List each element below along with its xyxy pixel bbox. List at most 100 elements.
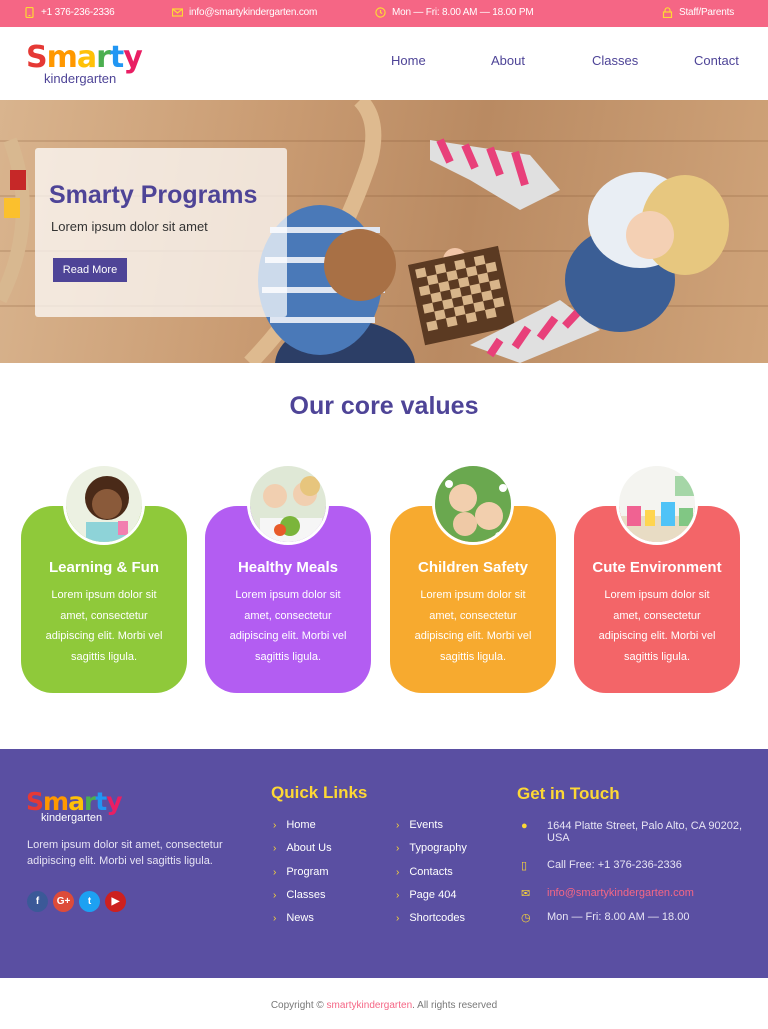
chevron-right-icon: › bbox=[396, 820, 400, 831]
quick-link-label: Contacts bbox=[409, 865, 453, 878]
logo-letter: y bbox=[106, 787, 122, 816]
quick-link-label: Classes bbox=[286, 888, 326, 901]
chevron-right-icon: › bbox=[273, 843, 277, 855]
top-bar: +1 376-236-2336 info@smartykindergarten.… bbox=[0, 0, 768, 27]
youtube-icon[interactable]: ▶ bbox=[105, 891, 126, 912]
footer: Smarty kindergarten Lorem ipsum dolor si… bbox=[0, 749, 768, 978]
topbar-staff[interactable]: Staff/Parents bbox=[662, 7, 734, 18]
copyright: Copyright © smartykindergarten. All righ… bbox=[0, 1000, 768, 1011]
quick-link[interactable]: › Typography bbox=[396, 842, 467, 854]
card-title: Learning & Fun bbox=[49, 559, 159, 576]
topbar-phone[interactable]: +1 376-236-2336 bbox=[24, 7, 115, 18]
chevron-right-icon: › bbox=[396, 843, 400, 855]
card-photo-learning bbox=[63, 463, 145, 545]
copyright-suffix: . All rights reserved bbox=[412, 1000, 498, 1011]
card-text: Lorem ipsum dolor sit amet, consectetur … bbox=[414, 589, 532, 663]
card-title: Healthy Meals bbox=[237, 559, 339, 576]
quick-link-label: Page 404 bbox=[409, 888, 457, 901]
logo-letter: t bbox=[109, 40, 124, 75]
quick-link-label: Home bbox=[286, 819, 316, 831]
twitter-icon[interactable]: t bbox=[79, 891, 100, 912]
chevron-right-icon: › bbox=[396, 889, 400, 901]
map-pin-icon: ● bbox=[521, 820, 528, 832]
quick-link[interactable]: › About Us bbox=[273, 842, 332, 854]
topbar-hours-text: Mon — Fri: 8.00 AM — 18.00 PM bbox=[392, 7, 534, 18]
hero-caption: Smarty Programs Lorem ipsum dolor sit am… bbox=[35, 148, 287, 317]
quick-link[interactable]: › Program bbox=[273, 866, 329, 878]
copyright-prefix: Copyright © bbox=[270, 1000, 324, 1011]
phone-icon bbox=[25, 7, 34, 18]
phone-icon: ▯ bbox=[521, 860, 528, 872]
footer-logo[interactable]: Smarty kindergarten bbox=[26, 787, 123, 824]
topbar-hours: Mon — Fri: 8.00 AM — 18.00 PM bbox=[375, 7, 534, 18]
contact-email-text[interactable]: info@smartykindergarten.com bbox=[547, 887, 694, 900]
quick-link[interactable]: › Contacts bbox=[396, 866, 453, 878]
hero-title: Smarty Programs bbox=[49, 181, 258, 209]
topbar-staff-text: Staff/Parents bbox=[679, 7, 735, 18]
quick-link[interactable]: › Classes bbox=[273, 889, 325, 901]
nav-contact[interactable]: Contact bbox=[694, 53, 739, 68]
quick-link-label: Typography bbox=[409, 842, 467, 855]
nav-classes[interactable]: Classes bbox=[592, 53, 638, 68]
get-in-touch-title: Get in Touch bbox=[517, 784, 620, 803]
quick-link[interactable]: › Page 404 bbox=[396, 889, 456, 901]
quick-link[interactable]: › Events bbox=[396, 819, 443, 831]
chevron-right-icon: › bbox=[396, 913, 400, 925]
contact-address: ● 1644 Platte Street, Palo Alto, CA 9020… bbox=[521, 820, 751, 844]
logo-letter: S bbox=[26, 40, 48, 75]
card-title: Cute Environment bbox=[592, 559, 722, 576]
chevron-right-icon: › bbox=[396, 866, 400, 878]
nav-about[interactable]: About bbox=[491, 53, 525, 68]
contact-address-text: 1644 Platte Street, Palo Alto, CA 90202,… bbox=[547, 820, 743, 844]
logo-letter: m bbox=[46, 40, 78, 75]
mail-icon: ✉ bbox=[521, 888, 531, 900]
mail-icon bbox=[172, 8, 183, 17]
clock-icon: ◷ bbox=[521, 912, 531, 924]
quick-link-label: Events bbox=[409, 819, 443, 831]
card-title: Children Safety bbox=[417, 559, 529, 576]
quick-link-label: Shortcodes bbox=[409, 912, 465, 925]
quick-link[interactable]: › News bbox=[273, 912, 314, 924]
contact-email[interactable]: ✉ info@smartykindergarten.com bbox=[521, 887, 694, 900]
card-photo-safety bbox=[432, 463, 514, 545]
logo-letter: r bbox=[96, 40, 111, 75]
contact-hours: ◷ Mon — Fri: 8.00 AM — 18.00 bbox=[521, 911, 689, 924]
clock-icon bbox=[375, 7, 386, 18]
nav-home[interactable]: Home bbox=[391, 53, 426, 68]
quick-links-title: Quick Links bbox=[271, 783, 368, 802]
logo[interactable]: Smarty kindergarten bbox=[26, 40, 143, 87]
contact-phone[interactable]: ▯ Call Free: +1 376-236-2336 bbox=[521, 859, 682, 872]
topbar-email[interactable]: info@smartykindergarten.com bbox=[172, 7, 317, 18]
card-text: Lorem ipsum dolor sit amet, consectetur … bbox=[229, 589, 347, 663]
quick-link-label: News bbox=[286, 912, 314, 925]
logo-wordmark: Smarty bbox=[26, 40, 143, 75]
google-plus-icon[interactable]: G+ bbox=[53, 891, 74, 912]
topbar-phone-text: +1 376-236-2336 bbox=[41, 7, 115, 18]
copyright-link[interactable]: smartykindergarten bbox=[327, 1000, 413, 1011]
contact-hours-text: Mon — Fri: 8.00 AM — 18.00 bbox=[547, 911, 690, 923]
hero-banner: Smarty Programs Lorem ipsum dolor sit am… bbox=[0, 100, 768, 363]
quick-link[interactable]: › Home bbox=[273, 819, 316, 831]
quick-link-label: Program bbox=[286, 865, 329, 878]
footer-about-text: Lorem ipsum dolor sit amet, consectetur … bbox=[27, 839, 223, 867]
chevron-right-icon: › bbox=[273, 889, 277, 901]
contact-phone-text: Call Free: +1 376-236-2336 bbox=[547, 859, 682, 871]
footer-logo-wordmark: Smarty bbox=[26, 787, 123, 816]
facebook-icon[interactable]: f bbox=[27, 891, 48, 912]
read-more-button[interactable]: Read More bbox=[53, 258, 127, 282]
logo-letter: a bbox=[76, 40, 97, 75]
quick-link-label: About Us bbox=[286, 842, 332, 855]
chevron-right-icon: › bbox=[273, 913, 277, 925]
topbar-email-text: info@smartykindergarten.com bbox=[189, 7, 318, 18]
chevron-right-icon: › bbox=[273, 820, 277, 831]
chevron-right-icon: › bbox=[273, 866, 277, 878]
card-photo-environment bbox=[616, 463, 698, 545]
card-text: Lorem ipsum dolor sit amet, consectetur … bbox=[598, 589, 716, 663]
hero-subtitle: Lorem ipsum dolor sit amet bbox=[51, 219, 208, 234]
card-photo-meals bbox=[247, 463, 329, 545]
quick-link[interactable]: › Shortcodes bbox=[396, 912, 465, 924]
logo-letter: y bbox=[123, 40, 143, 75]
core-values-title: Our core values bbox=[289, 392, 479, 420]
card-text: Lorem ipsum dolor sit amet, consectetur … bbox=[45, 589, 163, 663]
lock-icon bbox=[662, 7, 673, 18]
